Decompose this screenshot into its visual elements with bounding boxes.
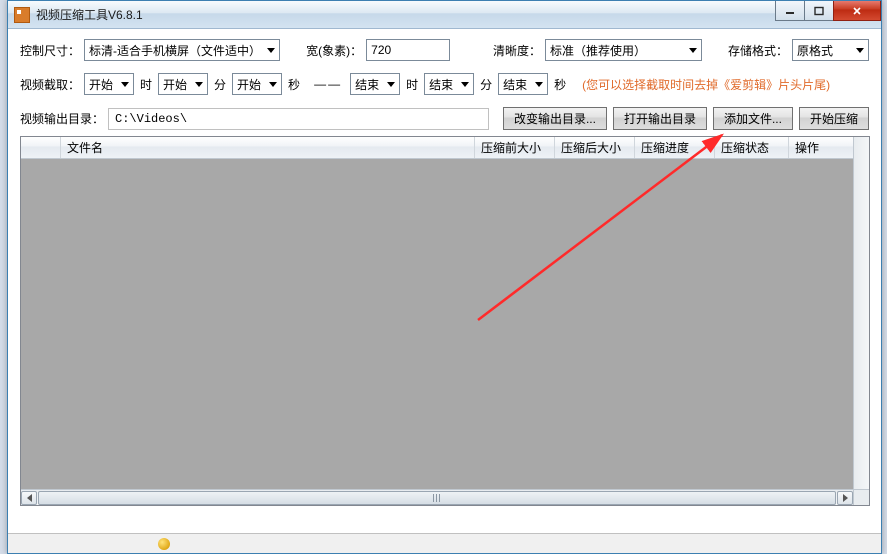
width-input[interactable]	[366, 39, 450, 61]
file-table: 文件名 压缩前大小 压缩后大小 压缩进度 压缩状态 操作	[20, 136, 870, 506]
scroll-corner	[853, 489, 869, 505]
dash-separator: ——	[314, 77, 342, 91]
col-blank[interactable]	[21, 137, 61, 158]
start-hour-select[interactable]: 开始	[84, 73, 134, 95]
chevron-down-icon	[387, 82, 395, 87]
end-hour-select[interactable]: 结束	[350, 73, 400, 95]
chevron-down-icon	[689, 48, 697, 53]
chevron-down-icon	[535, 82, 543, 87]
clarity-label: 清晰度：	[493, 42, 541, 59]
chevron-down-icon	[267, 48, 275, 53]
end-min-select[interactable]: 结束	[424, 73, 474, 95]
scroll-left-button[interactable]	[21, 491, 37, 505]
scroll-right-button[interactable]	[837, 491, 853, 505]
unit-sec2: 秒	[554, 76, 566, 93]
triangle-right-icon	[843, 494, 848, 502]
unit-min: 分	[214, 76, 226, 93]
clarity-select[interactable]: 标准（推荐使用）	[545, 39, 702, 61]
col-before[interactable]: 压缩前大小	[475, 137, 555, 158]
maximize-button[interactable]	[804, 1, 834, 21]
col-filename[interactable]: 文件名	[61, 137, 475, 158]
unit-sec: 秒	[288, 76, 300, 93]
size-select[interactable]: 标清-适合手机横屏（文件适中）	[84, 39, 280, 61]
status-bar	[8, 533, 881, 553]
col-progress[interactable]: 压缩进度	[635, 137, 715, 158]
size-label: 控制尺寸：	[20, 42, 80, 59]
start-sec-select[interactable]: 开始	[232, 73, 282, 95]
col-action[interactable]: 操作	[789, 137, 853, 158]
add-file-button[interactable]: 添加文件...	[713, 107, 793, 130]
col-status[interactable]: 压缩状态	[715, 137, 789, 158]
chevron-down-icon	[195, 82, 203, 87]
close-button[interactable]	[833, 1, 881, 21]
open-dir-button[interactable]: 打开输出目录	[613, 107, 707, 130]
content-area: 控制尺寸： 标清-适合手机横屏（文件适中） 宽(象素)： 清晰度： 标准（推荐使…	[8, 29, 881, 512]
unit-min2: 分	[480, 76, 492, 93]
width-label: 宽(象素)：	[306, 42, 362, 59]
scrollbar-track[interactable]	[38, 491, 836, 505]
app-window: 视频压缩工具V6.8.1 控制尺寸： 标清-适合手机横屏（文件适中） 宽(象素)…	[7, 0, 882, 554]
scrollbar-thumb[interactable]	[38, 491, 836, 505]
titlebar[interactable]: 视频压缩工具V6.8.1	[8, 1, 881, 29]
table-header: 文件名 压缩前大小 压缩后大小 压缩进度 压缩状态 操作	[21, 137, 853, 159]
minimize-button[interactable]	[775, 1, 805, 21]
horizontal-scrollbar[interactable]	[21, 489, 853, 505]
change-dir-button[interactable]: 改变输出目录...	[503, 107, 607, 130]
status-icon	[158, 538, 170, 550]
row-output: 视频输出目录： C:\Videos\ 改变输出目录... 打开输出目录 添加文件…	[20, 107, 869, 130]
start-compress-button[interactable]: 开始压缩	[799, 107, 869, 130]
chevron-down-icon	[269, 82, 277, 87]
unit-hour2: 时	[406, 76, 418, 93]
triangle-left-icon	[27, 494, 32, 502]
chevron-down-icon	[856, 48, 864, 53]
start-min-select[interactable]: 开始	[158, 73, 208, 95]
app-icon	[14, 7, 30, 23]
col-after[interactable]: 压缩后大小	[555, 137, 635, 158]
row-crop: 视频截取： 开始 时 开始 分 开始 秒 —— 结束 时 结束 分 结束 秒 (…	[20, 73, 869, 95]
window-title: 视频压缩工具V6.8.1	[36, 6, 143, 23]
storage-label: 存储格式：	[728, 42, 788, 59]
end-sec-select[interactable]: 结束	[498, 73, 548, 95]
crop-hint: (您可以选择截取时间去掉《爱剪辑》片头片尾)	[582, 76, 830, 93]
storage-select[interactable]: 原格式	[792, 39, 869, 61]
chevron-down-icon	[461, 82, 469, 87]
grip-icon	[433, 494, 441, 502]
chevron-down-icon	[121, 82, 129, 87]
row-size: 控制尺寸： 标清-适合手机横屏（文件适中） 宽(象素)： 清晰度： 标准（推荐使…	[20, 39, 869, 61]
crop-label: 视频截取：	[20, 76, 80, 93]
outdir-label: 视频输出目录：	[20, 110, 104, 127]
unit-hour: 时	[140, 76, 152, 93]
output-dir-input[interactable]: C:\Videos\	[108, 108, 489, 130]
vertical-scrollbar[interactable]	[853, 137, 869, 489]
